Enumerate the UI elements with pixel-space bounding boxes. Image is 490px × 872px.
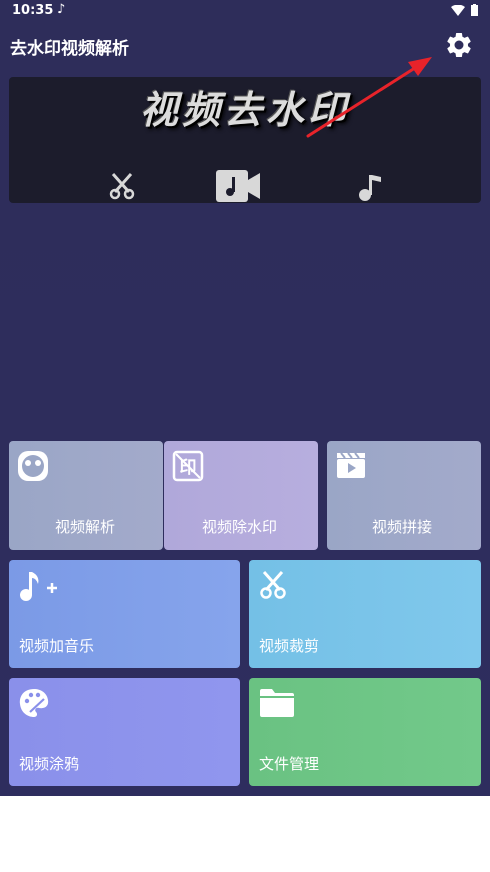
tile-video-doodle[interactable]: 视频涂鸦 (9, 678, 240, 786)
scissors-icon (260, 571, 286, 599)
status-right (451, 4, 478, 16)
music-video-camera-icon (216, 170, 260, 202)
tile-label: 视频涂鸦 (19, 755, 80, 773)
tile-file-manager[interactable]: 文件管理 (249, 678, 481, 786)
tile-video-splice[interactable]: 视频拼接 (327, 441, 481, 550)
palette-icon (19, 689, 49, 717)
app-bar: 去水印视频解析 (0, 26, 490, 66)
music-note-icon (359, 175, 381, 201)
tile-video-parse[interactable]: 视频解析 (9, 441, 163, 550)
gamepad-icon (18, 451, 48, 481)
folder-icon (260, 689, 294, 717)
tile-label: 视频裁剪 (259, 637, 320, 655)
scissors-icon (109, 173, 135, 200)
tile-add-music[interactable]: 视频加音乐 (9, 560, 240, 668)
tile-video-crop[interactable]: 视频裁剪 (249, 560, 481, 668)
tile-label: 视频加音乐 (19, 637, 95, 655)
music-note-icon: ♪ (57, 2, 66, 17)
clapperboard-icon (337, 452, 365, 478)
tile-remove-watermark[interactable]: 印 视频除水印 (164, 441, 318, 550)
tile-label: 视频拼接 (372, 518, 433, 536)
stamp-icon: 印 (172, 450, 204, 482)
add-music-icon (20, 572, 57, 601)
tile-label: 视频除水印 (202, 518, 278, 536)
status-time: 10:35 (12, 3, 54, 18)
page-title: 去水印视频解析 (10, 39, 129, 59)
wifi-icon (451, 4, 465, 16)
tile-label: 视频解析 (55, 518, 116, 536)
status-bar: 10:35 ♪ (0, 0, 490, 22)
banner-title: 视频去水印 (139, 87, 350, 132)
app-screen: 10:35 ♪ 去水印视频解析 视频去水印 视频解析 印 视频除水印 视频拼接 … (0, 0, 490, 796)
battery-icon (471, 4, 478, 16)
hero-banner[interactable]: 视频去水印 (9, 77, 481, 203)
settings-gear-icon[interactable] (444, 30, 474, 60)
tile-label: 文件管理 (259, 755, 320, 773)
